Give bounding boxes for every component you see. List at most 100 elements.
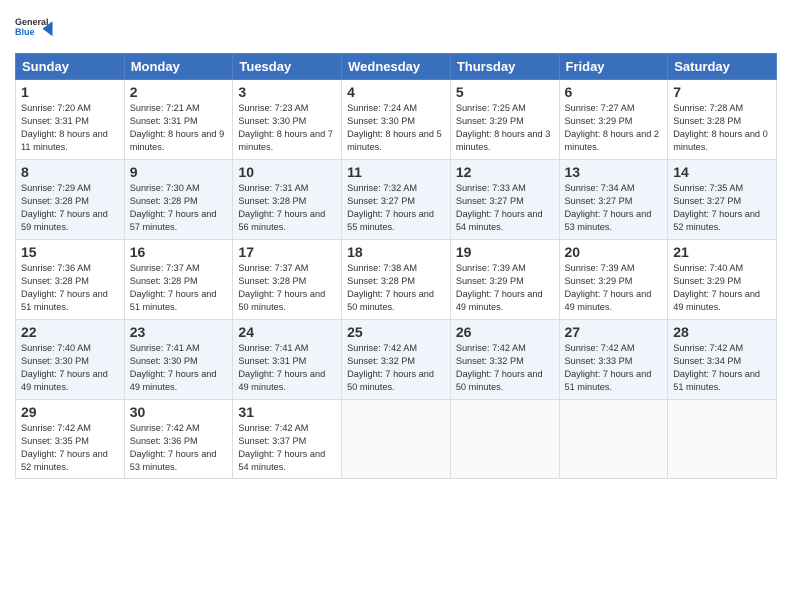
day-info: Sunrise: 7:41 AMSunset: 3:31 PMDaylight:… bbox=[238, 342, 336, 394]
day-number: 23 bbox=[130, 324, 228, 340]
day-number: 30 bbox=[130, 404, 228, 420]
calendar-cell: 12 Sunrise: 7:33 AMSunset: 3:27 PMDaylig… bbox=[450, 160, 559, 240]
calendar-cell: 22 Sunrise: 7:40 AMSunset: 3:30 PMDaylig… bbox=[16, 320, 125, 400]
week-row-2: 8 Sunrise: 7:29 AMSunset: 3:28 PMDayligh… bbox=[16, 160, 777, 240]
calendar-cell: 31 Sunrise: 7:42 AMSunset: 3:37 PMDaylig… bbox=[233, 400, 342, 479]
weekday-header-sunday: Sunday bbox=[16, 54, 125, 80]
day-info: Sunrise: 7:23 AMSunset: 3:30 PMDaylight:… bbox=[238, 102, 336, 154]
svg-text:Blue: Blue bbox=[15, 27, 35, 37]
calendar-cell: 8 Sunrise: 7:29 AMSunset: 3:28 PMDayligh… bbox=[16, 160, 125, 240]
day-info: Sunrise: 7:29 AMSunset: 3:28 PMDaylight:… bbox=[21, 182, 119, 234]
day-number: 19 bbox=[456, 244, 554, 260]
day-number: 10 bbox=[238, 164, 336, 180]
day-number: 17 bbox=[238, 244, 336, 260]
calendar-cell: 24 Sunrise: 7:41 AMSunset: 3:31 PMDaylig… bbox=[233, 320, 342, 400]
day-number: 27 bbox=[565, 324, 663, 340]
day-info: Sunrise: 7:25 AMSunset: 3:29 PMDaylight:… bbox=[456, 102, 554, 154]
day-info: Sunrise: 7:42 AMSunset: 3:37 PMDaylight:… bbox=[238, 422, 336, 474]
week-row-1: 1 Sunrise: 7:20 AMSunset: 3:31 PMDayligh… bbox=[16, 80, 777, 160]
logo-svg: General Blue bbox=[15, 10, 55, 45]
day-info: Sunrise: 7:28 AMSunset: 3:28 PMDaylight:… bbox=[673, 102, 771, 154]
week-row-3: 15 Sunrise: 7:36 AMSunset: 3:28 PMDaylig… bbox=[16, 240, 777, 320]
day-info: Sunrise: 7:38 AMSunset: 3:28 PMDaylight:… bbox=[347, 262, 445, 314]
calendar-cell: 17 Sunrise: 7:37 AMSunset: 3:28 PMDaylig… bbox=[233, 240, 342, 320]
day-number: 3 bbox=[238, 84, 336, 100]
header: General Blue bbox=[15, 10, 777, 45]
calendar-cell: 14 Sunrise: 7:35 AMSunset: 3:27 PMDaylig… bbox=[668, 160, 777, 240]
calendar-cell: 1 Sunrise: 7:20 AMSunset: 3:31 PMDayligh… bbox=[16, 80, 125, 160]
day-number: 29 bbox=[21, 404, 119, 420]
calendar-cell bbox=[450, 400, 559, 479]
day-info: Sunrise: 7:39 AMSunset: 3:29 PMDaylight:… bbox=[456, 262, 554, 314]
day-number: 4 bbox=[347, 84, 445, 100]
day-number: 24 bbox=[238, 324, 336, 340]
calendar-cell: 10 Sunrise: 7:31 AMSunset: 3:28 PMDaylig… bbox=[233, 160, 342, 240]
day-info: Sunrise: 7:42 AMSunset: 3:33 PMDaylight:… bbox=[565, 342, 663, 394]
day-info: Sunrise: 7:40 AMSunset: 3:29 PMDaylight:… bbox=[673, 262, 771, 314]
calendar-cell: 9 Sunrise: 7:30 AMSunset: 3:28 PMDayligh… bbox=[124, 160, 233, 240]
calendar-table: SundayMondayTuesdayWednesdayThursdayFrid… bbox=[15, 53, 777, 479]
day-info: Sunrise: 7:35 AMSunset: 3:27 PMDaylight:… bbox=[673, 182, 771, 234]
calendar-cell: 25 Sunrise: 7:42 AMSunset: 3:32 PMDaylig… bbox=[342, 320, 451, 400]
calendar-cell: 20 Sunrise: 7:39 AMSunset: 3:29 PMDaylig… bbox=[559, 240, 668, 320]
calendar-cell: 27 Sunrise: 7:42 AMSunset: 3:33 PMDaylig… bbox=[559, 320, 668, 400]
day-number: 7 bbox=[673, 84, 771, 100]
calendar-cell: 29 Sunrise: 7:42 AMSunset: 3:35 PMDaylig… bbox=[16, 400, 125, 479]
day-number: 2 bbox=[130, 84, 228, 100]
day-number: 26 bbox=[456, 324, 554, 340]
calendar-cell: 18 Sunrise: 7:38 AMSunset: 3:28 PMDaylig… bbox=[342, 240, 451, 320]
weekday-header-wednesday: Wednesday bbox=[342, 54, 451, 80]
week-row-4: 22 Sunrise: 7:40 AMSunset: 3:30 PMDaylig… bbox=[16, 320, 777, 400]
calendar-cell: 13 Sunrise: 7:34 AMSunset: 3:27 PMDaylig… bbox=[559, 160, 668, 240]
calendar-cell: 5 Sunrise: 7:25 AMSunset: 3:29 PMDayligh… bbox=[450, 80, 559, 160]
day-number: 31 bbox=[238, 404, 336, 420]
calendar-cell bbox=[342, 400, 451, 479]
logo: General Blue bbox=[15, 10, 55, 45]
day-info: Sunrise: 7:42 AMSunset: 3:32 PMDaylight:… bbox=[347, 342, 445, 394]
calendar-cell: 3 Sunrise: 7:23 AMSunset: 3:30 PMDayligh… bbox=[233, 80, 342, 160]
calendar-cell: 2 Sunrise: 7:21 AMSunset: 3:31 PMDayligh… bbox=[124, 80, 233, 160]
day-number: 20 bbox=[565, 244, 663, 260]
calendar-cell bbox=[668, 400, 777, 479]
day-number: 5 bbox=[456, 84, 554, 100]
day-info: Sunrise: 7:30 AMSunset: 3:28 PMDaylight:… bbox=[130, 182, 228, 234]
weekday-header-monday: Monday bbox=[124, 54, 233, 80]
calendar-cell: 21 Sunrise: 7:40 AMSunset: 3:29 PMDaylig… bbox=[668, 240, 777, 320]
weekday-header-saturday: Saturday bbox=[668, 54, 777, 80]
calendar-cell: 26 Sunrise: 7:42 AMSunset: 3:32 PMDaylig… bbox=[450, 320, 559, 400]
day-number: 15 bbox=[21, 244, 119, 260]
week-row-5: 29 Sunrise: 7:42 AMSunset: 3:35 PMDaylig… bbox=[16, 400, 777, 479]
weekday-header-row: SundayMondayTuesdayWednesdayThursdayFrid… bbox=[16, 54, 777, 80]
day-info: Sunrise: 7:40 AMSunset: 3:30 PMDaylight:… bbox=[21, 342, 119, 394]
day-number: 16 bbox=[130, 244, 228, 260]
day-number: 21 bbox=[673, 244, 771, 260]
day-info: Sunrise: 7:32 AMSunset: 3:27 PMDaylight:… bbox=[347, 182, 445, 234]
calendar-cell: 4 Sunrise: 7:24 AMSunset: 3:30 PMDayligh… bbox=[342, 80, 451, 160]
day-info: Sunrise: 7:31 AMSunset: 3:28 PMDaylight:… bbox=[238, 182, 336, 234]
day-number: 25 bbox=[347, 324, 445, 340]
day-number: 28 bbox=[673, 324, 771, 340]
day-info: Sunrise: 7:37 AMSunset: 3:28 PMDaylight:… bbox=[130, 262, 228, 314]
calendar-cell: 16 Sunrise: 7:37 AMSunset: 3:28 PMDaylig… bbox=[124, 240, 233, 320]
weekday-header-tuesday: Tuesday bbox=[233, 54, 342, 80]
calendar-cell: 15 Sunrise: 7:36 AMSunset: 3:28 PMDaylig… bbox=[16, 240, 125, 320]
day-info: Sunrise: 7:42 AMSunset: 3:35 PMDaylight:… bbox=[21, 422, 119, 474]
day-info: Sunrise: 7:36 AMSunset: 3:28 PMDaylight:… bbox=[21, 262, 119, 314]
day-info: Sunrise: 7:37 AMSunset: 3:28 PMDaylight:… bbox=[238, 262, 336, 314]
page: General Blue SundayMondayTuesdayWednesda… bbox=[0, 0, 792, 612]
calendar-cell: 19 Sunrise: 7:39 AMSunset: 3:29 PMDaylig… bbox=[450, 240, 559, 320]
weekday-header-friday: Friday bbox=[559, 54, 668, 80]
calendar-cell: 11 Sunrise: 7:32 AMSunset: 3:27 PMDaylig… bbox=[342, 160, 451, 240]
day-info: Sunrise: 7:39 AMSunset: 3:29 PMDaylight:… bbox=[565, 262, 663, 314]
calendar-cell: 23 Sunrise: 7:41 AMSunset: 3:30 PMDaylig… bbox=[124, 320, 233, 400]
day-info: Sunrise: 7:27 AMSunset: 3:29 PMDaylight:… bbox=[565, 102, 663, 154]
day-number: 22 bbox=[21, 324, 119, 340]
day-number: 11 bbox=[347, 164, 445, 180]
day-info: Sunrise: 7:42 AMSunset: 3:32 PMDaylight:… bbox=[456, 342, 554, 394]
day-number: 12 bbox=[456, 164, 554, 180]
day-info: Sunrise: 7:41 AMSunset: 3:30 PMDaylight:… bbox=[130, 342, 228, 394]
calendar-cell: 7 Sunrise: 7:28 AMSunset: 3:28 PMDayligh… bbox=[668, 80, 777, 160]
svg-text:General: General bbox=[15, 17, 49, 27]
day-number: 1 bbox=[21, 84, 119, 100]
day-number: 8 bbox=[21, 164, 119, 180]
